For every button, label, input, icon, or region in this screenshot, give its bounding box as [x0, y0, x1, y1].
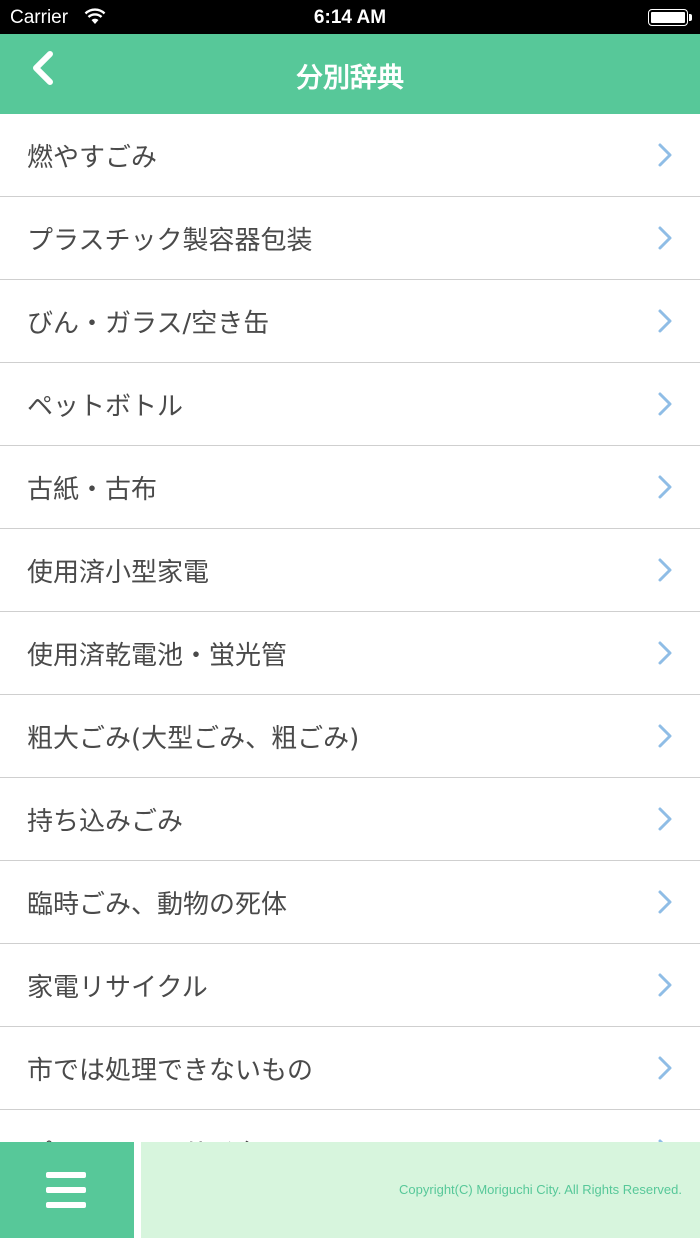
list-item-label: 家電リサイクル [27, 973, 208, 1003]
chevron-right-icon [658, 973, 672, 997]
list-item-label: 粗大ごみ(大型ごみ、粗ごみ) [27, 724, 360, 754]
chevron-right-icon [658, 724, 672, 748]
list-item[interactable]: 粗大ごみ(大型ごみ、粗ごみ) [0, 695, 700, 778]
list-item[interactable]: パソコンのリサイクル [0, 1110, 700, 1142]
list-item-label: 古紙・古布 [27, 475, 158, 505]
list-item-label: 使用済小型家電 [27, 558, 210, 588]
category-list: 燃やすごみプラスチック製容器包装 びん・ガラス/空き缶 ペットボトル 古紙・古布使用済… [0, 114, 700, 1142]
list-item[interactable]: 持ち込みごみ [0, 778, 700, 861]
battery-icon [648, 9, 692, 26]
nav-bar: 分別辞典 [0, 34, 700, 114]
list-item-label: 市では処理できないもの [27, 1056, 314, 1086]
chevron-right-icon [658, 475, 672, 499]
chevron-right-icon [658, 143, 672, 167]
list-item-label: パソコンのリサイクル [27, 1133, 286, 1142]
list-item-label: 燃やすごみ [27, 143, 158, 173]
list-item[interactable]: 家電リサイクル [0, 944, 700, 1027]
chevron-right-icon [658, 309, 672, 333]
chevron-right-icon [658, 392, 672, 416]
list-item[interactable]: 燃やすごみ [0, 114, 700, 197]
menu-button[interactable] [0, 1142, 134, 1238]
list-item[interactable]: 市では処理できないもの [0, 1027, 700, 1110]
list-item[interactable]: びん・ガラス/空き缶 [0, 280, 700, 363]
chevron-right-icon [658, 1056, 672, 1080]
chevron-right-icon [658, 807, 672, 831]
footer-panel: Copyright(C) Moriguchi City. All Rights … [141, 1142, 700, 1238]
chevron-right-icon [658, 226, 672, 250]
hamburger-menu-icon [46, 1172, 86, 1208]
list-item-label: 使用済乾電池・蛍光管 [27, 641, 288, 671]
page-title: 分別辞典 [296, 63, 404, 94]
list-item[interactable]: ペットボトル [0, 363, 700, 446]
chevron-right-icon [658, 558, 672, 582]
status-bar: Carrier 6:14 AM [0, 0, 700, 34]
copyright-text: Copyright(C) Moriguchi City. All Rights … [399, 1182, 682, 1197]
list-item-label: ペットボトル [27, 392, 184, 422]
chevron-right-icon [658, 890, 672, 914]
list-item-label: 持ち込みごみ [27, 807, 184, 837]
list-item[interactable]: 使用済乾電池・蛍光管 [0, 612, 700, 695]
list-item[interactable]: 古紙・古布 [0, 446, 700, 529]
chevron-right-icon [658, 641, 672, 665]
list-item-label: びん・ガラス/空き缶 [27, 309, 270, 339]
list-item[interactable]: プラスチック製容器包装 [0, 197, 700, 280]
bottom-bar: Copyright(C) Moriguchi City. All Rights … [0, 1142, 700, 1244]
status-time: 6:14 AM [313, 7, 387, 28]
list-item[interactable]: 使用済小型家電 [0, 529, 700, 612]
list-item[interactable]: 臨時ごみ、動物の死体 [0, 861, 700, 944]
list-item-label: 臨時ごみ、動物の死体 [27, 890, 288, 920]
list-item-label: プラスチック製容器包装 [27, 226, 313, 256]
